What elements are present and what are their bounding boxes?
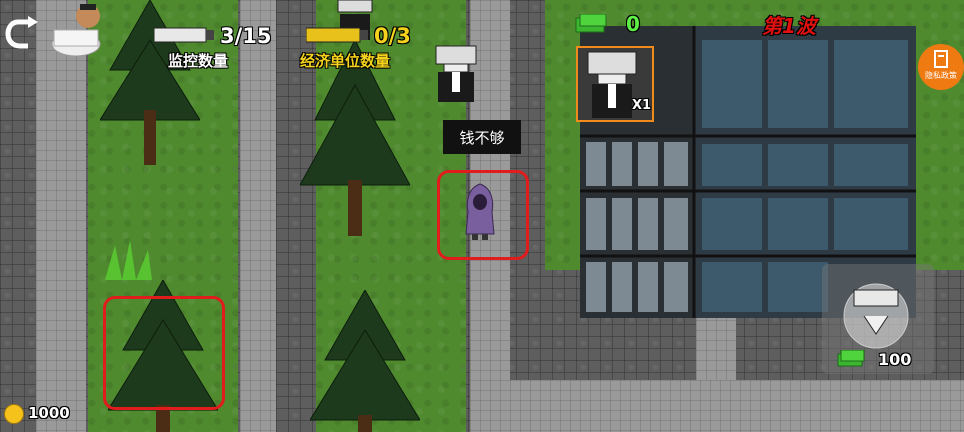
gold-camera-icon [306,27,368,43]
privacy-policy-button[interactable]: 隐私政策 [918,44,964,90]
pine-tree [310,290,420,432]
tooltip-not-enough-money: 钱不够 [443,120,521,154]
gold-coin-icon [4,404,24,424]
camera-count-label: 监控数量 [168,52,229,70]
privacy-policy-label: 隐私政策 [925,71,957,80]
cash-icon [575,14,607,33]
grass-tuft [105,240,152,280]
money-count: 0 [626,12,640,36]
cameraman-unit-icon [843,283,909,349]
road-vertical [240,0,276,432]
surveillance-camera-icon [154,27,214,43]
highlight-box-tree [103,296,225,410]
unit-card-cameraman[interactable]: X1 [576,46,654,122]
cameraman-unit[interactable] [430,44,482,104]
economy-count: 0/3 [374,24,411,48]
economy-count-label: 经济单位数量 [300,52,391,70]
cash-icon [837,350,865,367]
unit-cost: 100 [878,350,912,369]
game-board[interactable]: 钱不够 3/15 监控数量 0/3 经济单位数量 0 第1波 X1 隐私政策 1… [0,0,964,432]
wave-label: 第1波 [762,14,816,38]
road-horizontal [510,380,964,432]
card-count: X1 [632,98,652,113]
road-vertical [36,0,86,432]
document-icon [934,50,948,68]
buy-unit-panel[interactable]: 100 [822,264,934,374]
back-icon[interactable] [4,14,44,54]
gold-count: 1000 [28,404,70,422]
toilet-avatar-icon [51,4,101,57]
camera-count: 3/15 [220,24,272,48]
hooded-enemy[interactable] [462,182,498,242]
